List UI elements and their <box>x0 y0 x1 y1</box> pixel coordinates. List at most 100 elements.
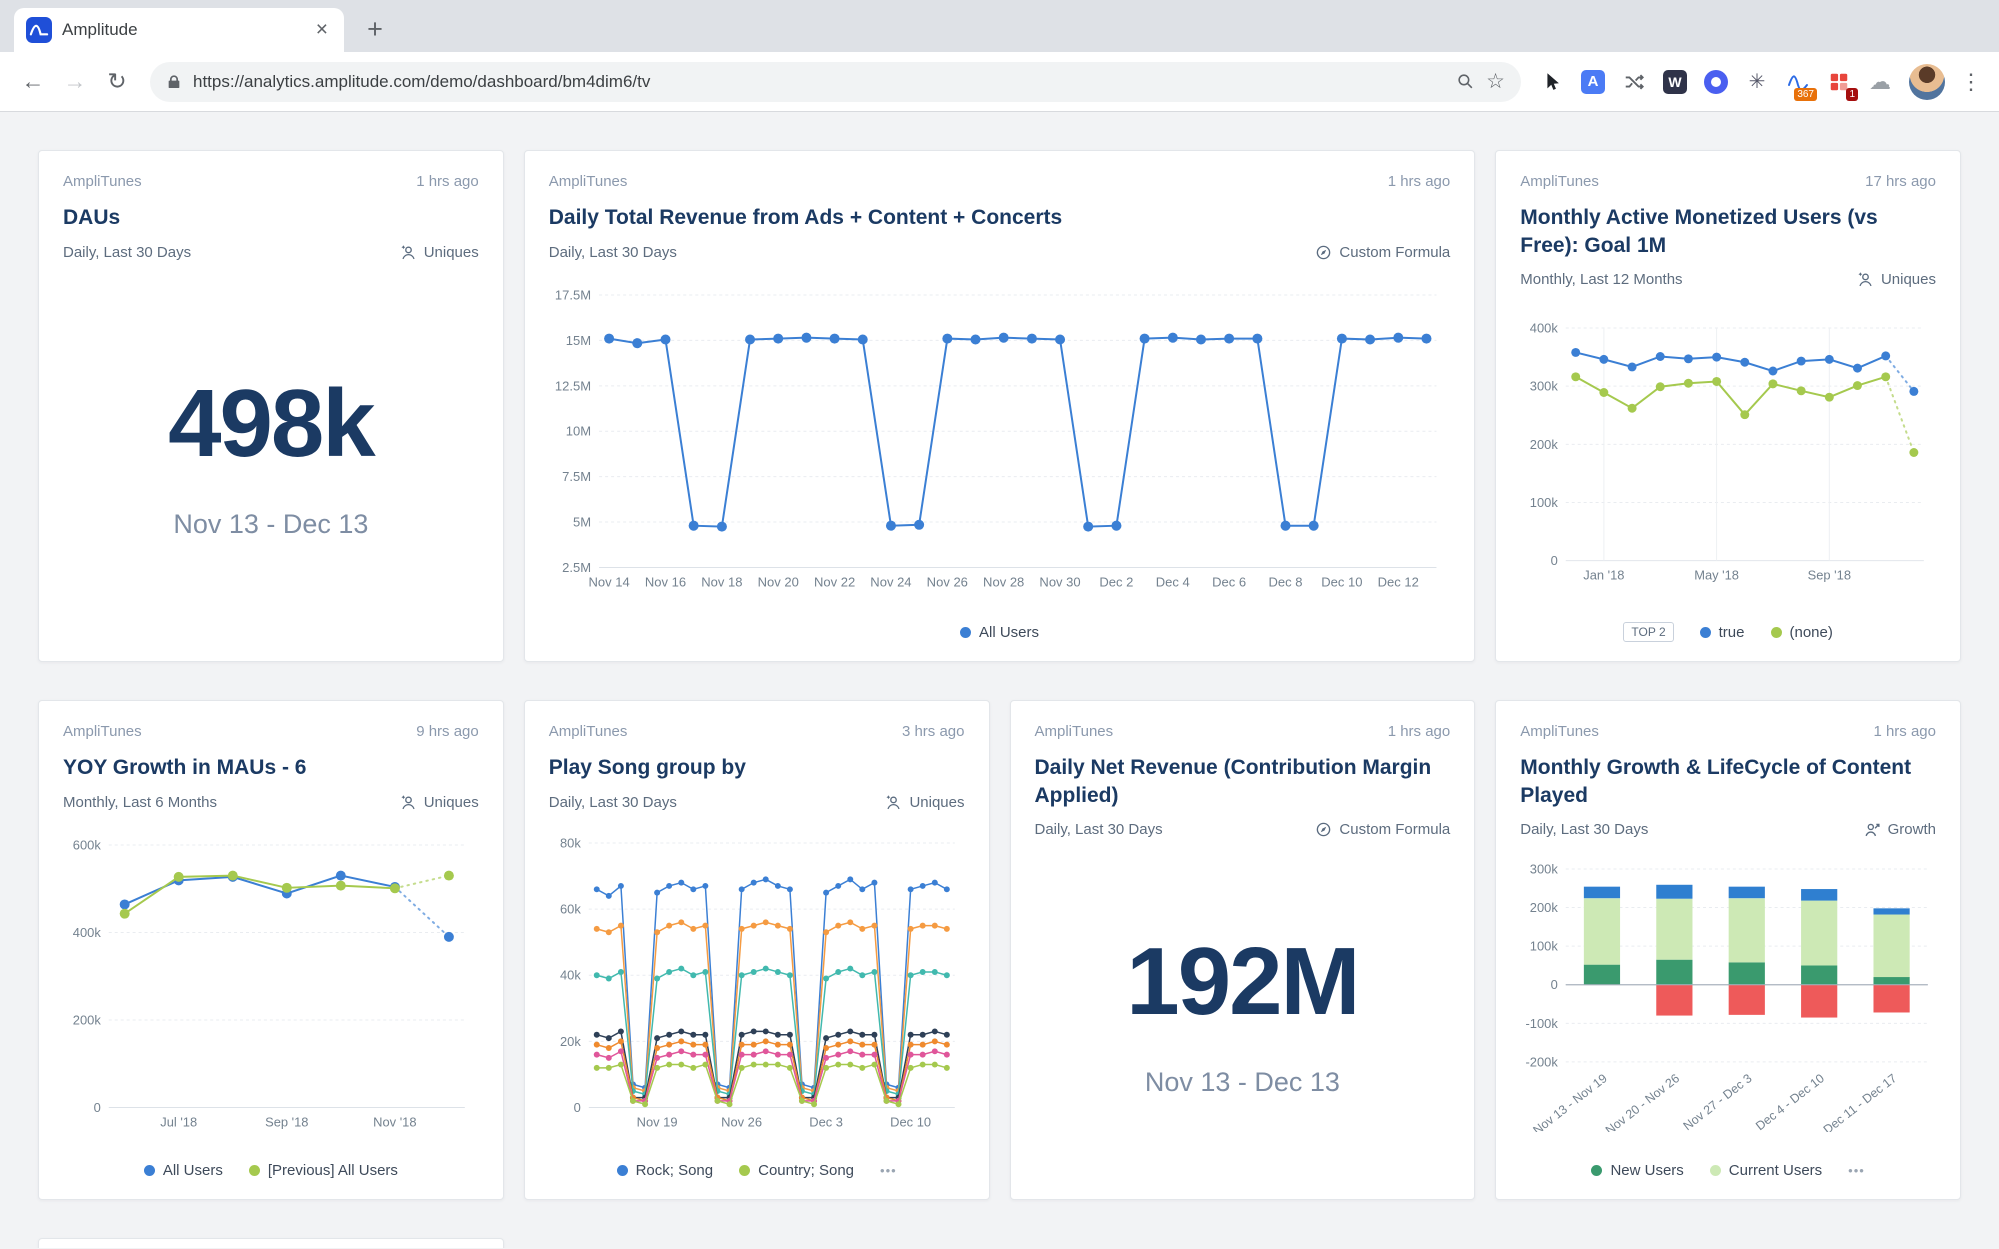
address-bar[interactable]: https://analytics.amplitude.com/demo/das… <box>150 62 1521 102</box>
loom-extension-icon[interactable] <box>1699 65 1733 99</box>
card-updated: 1 hrs ago <box>1873 723 1936 740</box>
card-range: Daily, Last 30 Days <box>549 794 677 811</box>
metric-type[interactable]: Uniques <box>400 794 479 811</box>
legend-item[interactable]: New Users <box>1591 1162 1683 1179</box>
growth-bar-chart[interactable]: -200k-100k0100k200k300kNov 13 - Nov 19No… <box>1520 863 1936 1132</box>
reload-button[interactable]: ↻ <box>98 63 136 101</box>
svg-text:80k: 80k <box>560 835 581 850</box>
profile-avatar[interactable] <box>1909 64 1945 100</box>
forward-button[interactable]: → <box>56 63 94 101</box>
w-extension-icon[interactable]: W <box>1658 65 1692 99</box>
card-title[interactable]: YOY Growth in MAUs - 6 <box>63 754 479 782</box>
amplitude-extension-icon[interactable]: 367 <box>1781 65 1815 99</box>
card-daus: AmpliTunes 1 hrs ago DAUs Daily, Last 30… <box>38 150 504 662</box>
card-range: Monthly, Last 6 Months <box>63 794 217 811</box>
blue-a-extension-icon[interactable]: A <box>1576 65 1610 99</box>
metric-label: Uniques <box>424 794 479 811</box>
svg-text:Nov 16: Nov 16 <box>645 574 686 589</box>
growth-icon <box>1864 821 1881 838</box>
custom-formula-icon <box>1315 244 1332 261</box>
zoom-icon[interactable] <box>1456 72 1475 91</box>
legend-item[interactable]: Current Users <box>1710 1162 1822 1179</box>
metric-label: Growth <box>1888 821 1936 838</box>
metric-type[interactable]: Custom Formula <box>1315 244 1450 261</box>
browser-menu-icon[interactable]: ⋮ <box>1957 69 1985 95</box>
tab-close-icon[interactable]: × <box>312 18 332 42</box>
legend-item[interactable]: true <box>1700 624 1745 641</box>
card-source: AmpliTunes <box>549 723 628 740</box>
svg-text:Nov 19: Nov 19 <box>636 1114 677 1129</box>
card-yoy-growth: AmpliTunes 9 hrs ago YOY Growth in MAUs … <box>38 700 504 1200</box>
card-title[interactable]: DAUs <box>63 204 479 232</box>
lock-icon[interactable] <box>166 74 182 90</box>
svg-text:300k: 300k <box>1530 379 1559 394</box>
chart-legend: New Users Current Users ••• <box>1520 1153 1936 1187</box>
svg-text:15M: 15M <box>566 333 591 348</box>
back-button[interactable]: ← <box>14 63 52 101</box>
legend-color-dot <box>144 1165 155 1176</box>
svg-text:100k: 100k <box>1530 939 1559 954</box>
browser-window: Amplitude × + ← → ↻ https://analytics.am… <box>0 0 1999 112</box>
yoy-line-chart[interactable]: 0200k400k600kJul '18Sep '18Nov '18 <box>63 835 479 1133</box>
legend-label: (none) <box>1790 624 1833 641</box>
legend-item[interactable]: Rock; Song <box>617 1162 714 1179</box>
metric-type[interactable]: Uniques <box>1857 271 1936 288</box>
songs-line-chart[interactable]: 020k40k60k80kNov 19Nov 26Dec 3Dec 10 <box>549 835 965 1133</box>
card-source: AmpliTunes <box>63 173 142 190</box>
dashboard-grid: AmpliTunes 1 hrs ago DAUs Daily, Last 30… <box>0 112 1999 1248</box>
legend-more-button[interactable]: ••• <box>1848 1163 1865 1178</box>
amplitude-favicon-icon <box>26 17 52 43</box>
svg-text:Nov 26: Nov 26 <box>721 1114 762 1129</box>
svg-text:Nov 26: Nov 26 <box>926 574 967 589</box>
svg-text:Sep '18: Sep '18 <box>265 1114 308 1129</box>
metric-type[interactable]: Uniques <box>885 794 964 811</box>
legend-item[interactable]: (none) <box>1771 624 1833 641</box>
metric-type[interactable]: Uniques <box>400 244 479 261</box>
card-range: Monthly, Last 12 Months <box>1520 271 1682 288</box>
chart-legend: All Users <box>549 615 1451 649</box>
monetized-line-chart[interactable]: 0100k200k300k400kJan '18May '18Sep '18 <box>1520 320 1936 587</box>
card-title[interactable]: Monthly Growth & LifeCycle of Content Pl… <box>1520 754 1936 809</box>
svg-text:-200k: -200k <box>1526 1055 1559 1070</box>
svg-text:Nov 20: Nov 20 <box>757 574 798 589</box>
browser-tab-amplitude[interactable]: Amplitude × <box>14 8 344 52</box>
uniques-icon <box>1857 271 1874 288</box>
swirl-extension-icon[interactable]: ✳ <box>1740 65 1774 99</box>
card-title[interactable]: Play Song group by <box>549 754 965 782</box>
card-title[interactable]: Daily Total Revenue from Ads + Content +… <box>549 204 1451 232</box>
svg-text:10M: 10M <box>566 423 591 438</box>
legend-label: [Previous] All Users <box>268 1162 398 1179</box>
legend-item[interactable]: All Users <box>144 1162 223 1179</box>
bookmark-star-icon[interactable]: ☆ <box>1486 69 1505 94</box>
card-title[interactable]: Daily Net Revenue (Contribution Margin A… <box>1035 754 1451 809</box>
legend-item[interactable]: [Previous] All Users <box>249 1162 398 1179</box>
legend-more-button[interactable]: ••• <box>880 1163 897 1178</box>
shuffle-extension-icon[interactable] <box>1617 65 1651 99</box>
url-text[interactable]: https://analytics.amplitude.com/demo/das… <box>193 72 1445 92</box>
svg-text:0: 0 <box>1551 978 1558 993</box>
svg-text:200k: 200k <box>73 1012 102 1027</box>
metric-type[interactable]: Growth <box>1864 821 1936 838</box>
card-partial: AmpliTunes <box>38 1238 504 1248</box>
legend-color-dot <box>1710 1165 1721 1176</box>
legend-item[interactable]: All Users <box>960 624 1039 641</box>
svg-text:300k: 300k <box>1530 863 1559 876</box>
revenue-line-chart[interactable]: 2.5M5M7.5M10M12.5M15M17.5MNov 14Nov 16No… <box>549 287 1451 594</box>
metric-label: Uniques <box>424 244 479 261</box>
uniques-icon <box>400 244 417 261</box>
card-updated: 9 hrs ago <box>416 723 479 740</box>
card-updated: 1 hrs ago <box>416 173 479 190</box>
svg-text:0: 0 <box>573 1100 580 1115</box>
svg-text:Nov 24: Nov 24 <box>870 574 911 589</box>
legend-color-dot <box>739 1165 750 1176</box>
metric-type[interactable]: Custom Formula <box>1315 821 1450 838</box>
legend-color-dot <box>1700 627 1711 638</box>
card-title[interactable]: Monthly Active Monetized Users (vs Free)… <box>1520 204 1936 259</box>
legend-item[interactable]: Country; Song <box>739 1162 854 1179</box>
cloud-extension-icon[interactable]: ☁ <box>1863 65 1897 99</box>
svg-text:Nov '18: Nov '18 <box>373 1114 416 1129</box>
cursor-extension-icon[interactable] <box>1535 65 1569 99</box>
new-tab-button[interactable]: + <box>356 10 394 48</box>
grid-extension-icon[interactable]: 1 <box>1822 65 1856 99</box>
card-range: Daily, Last 30 Days <box>549 244 677 261</box>
